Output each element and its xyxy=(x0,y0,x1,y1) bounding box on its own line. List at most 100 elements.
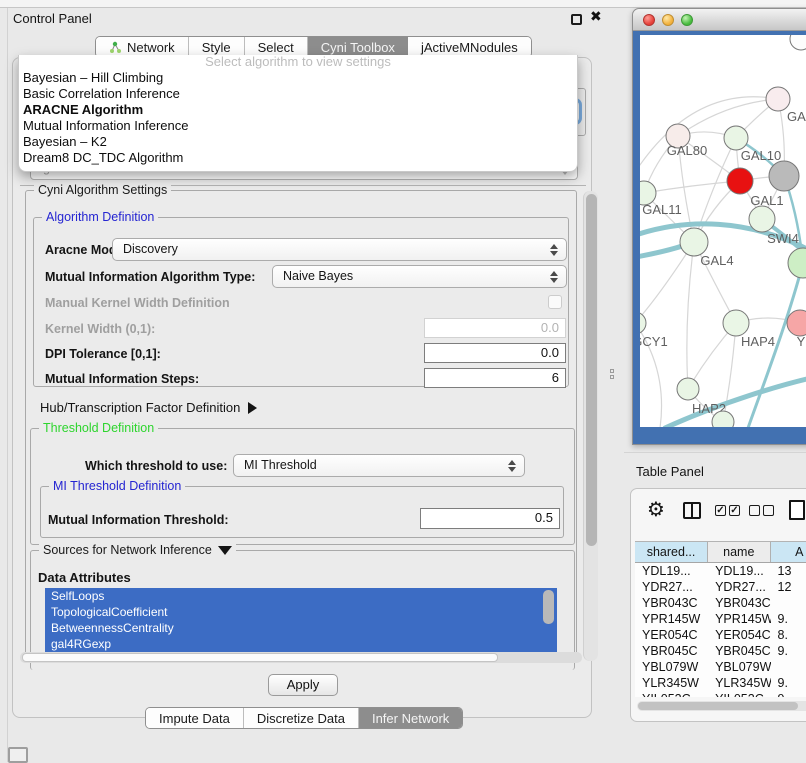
network-edge[interactable] xyxy=(644,181,740,193)
network-node[interactable] xyxy=(680,228,708,256)
table-cell: YBR045C xyxy=(635,643,708,659)
network-node[interactable] xyxy=(766,87,790,111)
table-row[interactable]: YDR27...YDR27...12 xyxy=(635,579,806,595)
column-header-name[interactable]: name xyxy=(708,542,770,562)
expander-collapsed-icon xyxy=(248,402,257,414)
data-attributes-label: Data Attributes xyxy=(38,570,131,585)
table-panel-title: Table Panel xyxy=(636,464,704,479)
mi-steps-field[interactable]: 6 xyxy=(424,368,566,388)
table-cell: 9. xyxy=(771,675,806,691)
data-attributes-list[interactable]: SelfLoopsTopologicalCoefficientBetweenne… xyxy=(45,588,557,652)
data-attribute-item[interactable]: SelfLoops xyxy=(45,588,557,604)
which-threshold-label: Which threshold to use: xyxy=(85,459,227,473)
column-header-third[interactable]: A xyxy=(771,542,806,562)
network-node[interactable] xyxy=(788,248,806,278)
network-edge[interactable] xyxy=(687,242,694,389)
settings-horizontal-scrollbar[interactable] xyxy=(20,652,582,663)
sources-group-title[interactable]: Sources for Network Inference xyxy=(39,543,236,557)
network-node[interactable] xyxy=(727,168,753,194)
minimize-window-icon[interactable] xyxy=(662,14,674,26)
panel-divider-handle[interactable] xyxy=(610,369,615,380)
kernel-width-field[interactable]: 0.0 xyxy=(424,318,566,338)
combo-arrows-icon xyxy=(549,270,558,284)
algorithm-option[interactable]: Basic Correlation Inference xyxy=(19,86,577,102)
cyni-bottom-tabbar: Impute Data Discretize Data Infer Networ… xyxy=(145,707,463,729)
float-panel-icon[interactable] xyxy=(571,14,582,25)
page-icon[interactable] xyxy=(789,500,805,520)
tab-impute-data[interactable]: Impute Data xyxy=(146,708,244,728)
algorithm-option[interactable]: ARACNE Algorithm xyxy=(19,102,577,118)
table-hscroll-thumb[interactable] xyxy=(638,702,798,710)
data-attribute-item[interactable]: BetweennessCentrality xyxy=(45,620,557,636)
tab-network[interactable]: Network xyxy=(96,37,189,57)
split-columns-icon[interactable] xyxy=(683,502,701,519)
settings-vertical-scrollbar[interactable] xyxy=(583,191,598,661)
network-node[interactable] xyxy=(769,161,799,191)
unchecked-pair-icon[interactable] xyxy=(749,505,774,516)
manual-kernel-checkbox[interactable] xyxy=(548,295,562,309)
network-canvas[interactable]: GALGAL80GAL10GAL1GAL11SWI4GAL4GCY1HAP4YH… xyxy=(640,35,806,427)
hscroll-thumb[interactable] xyxy=(22,653,498,662)
algorithm-option[interactable]: Mutual Information Inference xyxy=(19,118,577,134)
table-row[interactable]: YER054CYER054C8. xyxy=(635,627,806,643)
network-node[interactable] xyxy=(724,126,748,150)
combo-arrows-icon xyxy=(507,459,516,473)
restore-panel-icon[interactable] xyxy=(8,747,28,763)
table-row[interactable]: YLR345WYLR345W9. xyxy=(635,675,806,691)
which-threshold-combobox[interactable]: MI Threshold xyxy=(233,454,525,477)
aracne-mode-combobox[interactable]: Discovery xyxy=(112,238,567,261)
gear-icon[interactable]: ⚙ xyxy=(647,497,665,521)
hub-definition-expander[interactable]: Hub/Transcription Factor Definition xyxy=(40,400,257,415)
expander-expanded-icon xyxy=(218,546,232,555)
network-view-window[interactable]: GALGAL80GAL10GAL1GAL11SWI4GAL4GCY1HAP4YH… xyxy=(632,8,806,445)
table-row[interactable]: YDL19...YDL19...13 xyxy=(635,563,806,579)
close-panel-icon[interactable]: ✖ xyxy=(590,9,602,25)
zoom-window-icon[interactable] xyxy=(681,14,693,26)
mi-threshold-label: Mutual Information Threshold: xyxy=(48,513,229,527)
data-attribute-item[interactable]: gal4RGexp xyxy=(45,636,557,652)
table-cell: YIL052C xyxy=(635,691,708,697)
table-row[interactable]: YPR145WYPR145W9. xyxy=(635,611,806,627)
vscroll-thumb[interactable] xyxy=(586,194,597,546)
algorithm-option[interactable]: Bayesian – K2 xyxy=(19,134,577,150)
algorithm-option[interactable]: Bayesian – Hill Climbing xyxy=(19,70,577,86)
dpi-tolerance-field[interactable]: 0.0 xyxy=(424,343,566,363)
algorithm-dropdown-placeholder: Select algorithm to view settings xyxy=(19,55,577,70)
mi-type-combobox[interactable]: Naive Bayes xyxy=(272,265,567,288)
attributes-scrollbar-thumb[interactable] xyxy=(543,590,554,624)
network-view-frame: GALGAL80GAL10GAL1GAL11SWI4GAL4GCY1HAP4YH… xyxy=(633,31,806,444)
algorithm-dropdown-popup: Select algorithm to view settings Bayesi… xyxy=(18,55,578,172)
apply-button[interactable]: Apply xyxy=(268,674,338,696)
cyni-settings-group-title: Cyni Algorithm Settings xyxy=(34,183,171,197)
table-row[interactable]: YBR045CYBR045C9. xyxy=(635,643,806,659)
network-edge[interactable] xyxy=(640,97,778,180)
network-node[interactable] xyxy=(787,310,806,336)
column-header-shared-name[interactable]: shared... xyxy=(635,542,708,562)
panel-left-border xyxy=(7,8,8,762)
network-node[interactable] xyxy=(640,312,646,334)
network-node[interactable] xyxy=(723,310,749,336)
network-window-titlebar[interactable] xyxy=(633,9,806,31)
tab-discretize-data[interactable]: Discretize Data xyxy=(244,708,359,728)
checked-pair-icon[interactable]: ✓✓ xyxy=(715,505,740,516)
tab-infer-network[interactable]: Infer Network xyxy=(359,708,462,728)
network-node[interactable] xyxy=(677,378,699,400)
table-row[interactable]: YBL079WYBL079W xyxy=(635,659,806,675)
network-node[interactable] xyxy=(749,206,775,232)
mi-type-value: Naive Bayes xyxy=(283,269,353,283)
network-node[interactable] xyxy=(790,35,806,50)
node-table: shared... name A YDL19...YDL19...13YDR27… xyxy=(635,541,806,697)
threshold-definition-title: Threshold Definition xyxy=(39,421,158,435)
table-cell: YDL19... xyxy=(708,563,770,579)
network-node-label: GAL1 xyxy=(750,193,783,208)
close-window-icon[interactable] xyxy=(643,14,655,26)
mi-threshold-field[interactable]: 0.5 xyxy=(420,508,560,529)
table-row[interactable]: YBR043CYBR043C xyxy=(635,595,806,611)
tab-jactivemnodules[interactable]: jActiveMNodules xyxy=(408,37,531,57)
algorithm-option[interactable]: Dream8 DC_TDC Algorithm xyxy=(19,150,577,166)
data-attribute-item[interactable]: TopologicalCoefficient xyxy=(45,604,557,620)
sources-title-text: Sources for Network Inference xyxy=(43,543,212,557)
table-cell: YER054C xyxy=(708,627,770,643)
table-horizontal-scrollbar[interactable] xyxy=(637,701,806,711)
table-row[interactable]: YIL052CYIL052C9 xyxy=(635,691,806,697)
